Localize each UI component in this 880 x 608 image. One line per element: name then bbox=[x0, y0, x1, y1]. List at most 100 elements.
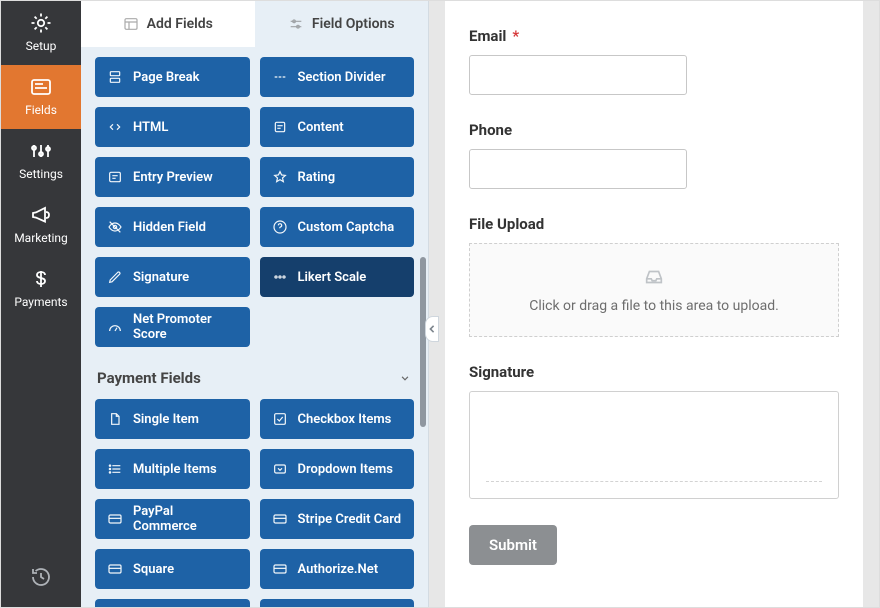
nav-setup[interactable]: Setup bbox=[1, 1, 81, 65]
field-authorize-net[interactable]: Authorize.Net bbox=[260, 549, 415, 589]
field-label: Page Break bbox=[133, 70, 200, 85]
side-nav: Setup Fields Settings Marketing Payments bbox=[1, 1, 81, 607]
pencil-icon bbox=[107, 269, 123, 285]
field-coupon[interactable]: Coupon bbox=[95, 599, 250, 607]
sliders-icon bbox=[288, 16, 304, 32]
field-label: Phone bbox=[469, 121, 512, 139]
entry-preview-icon bbox=[107, 169, 123, 185]
field-label: Likert Scale bbox=[298, 270, 367, 285]
html-icon bbox=[107, 119, 123, 135]
field-label: Entry Preview bbox=[133, 170, 213, 185]
nav-label: Marketing bbox=[14, 231, 68, 245]
layout-icon bbox=[123, 16, 139, 32]
form-field-email[interactable]: Email * bbox=[469, 27, 839, 95]
nav-label: Setup bbox=[26, 39, 57, 53]
phone-input[interactable] bbox=[469, 149, 687, 189]
submit-button[interactable]: Submit bbox=[469, 525, 557, 565]
field-label: Checkbox Items bbox=[298, 412, 392, 427]
tab-field-options[interactable]: Field Options bbox=[255, 1, 429, 47]
field-hidden-field[interactable]: Hidden Field bbox=[95, 207, 250, 247]
star-icon bbox=[272, 169, 288, 185]
list-icon bbox=[107, 461, 123, 477]
dollar-icon bbox=[29, 267, 53, 291]
nav-marketing[interactable]: Marketing bbox=[1, 193, 81, 257]
field-label: Signature bbox=[469, 363, 534, 381]
field-label: Multiple Items bbox=[133, 462, 217, 477]
field-label: Custom Captcha bbox=[298, 220, 395, 235]
nav-label: Payments bbox=[14, 295, 67, 309]
submit-label: Submit bbox=[489, 536, 537, 554]
field-section-divider[interactable]: Section Divider bbox=[260, 57, 415, 97]
gear-icon bbox=[29, 11, 53, 35]
nav-settings[interactable]: Settings bbox=[1, 129, 81, 193]
field-paypal-commerce[interactable]: PayPal Commerce bbox=[95, 499, 250, 539]
field-content[interactable]: Content bbox=[260, 107, 415, 147]
credit-card-icon bbox=[107, 511, 123, 527]
history-icon bbox=[29, 565, 53, 589]
form-field-file-upload[interactable]: File Upload Click or drag a file to this… bbox=[469, 215, 839, 337]
field-page-break[interactable]: Page Break bbox=[95, 57, 250, 97]
field-single-item[interactable]: Single Item bbox=[95, 399, 250, 439]
field-label: Single Item bbox=[133, 412, 199, 427]
tab-label: Add Fields bbox=[147, 16, 213, 32]
scrollbar-thumb[interactable] bbox=[420, 257, 426, 427]
collapse-handle[interactable] bbox=[425, 316, 439, 342]
field-label: Rating bbox=[298, 170, 336, 185]
email-input[interactable] bbox=[469, 55, 687, 95]
field-entry-preview[interactable]: Entry Preview bbox=[95, 157, 250, 197]
nav-payments[interactable]: Payments bbox=[1, 257, 81, 321]
form-preview: Email * Phone File Upload Click or drag … bbox=[445, 1, 863, 607]
field-checkbox-items[interactable]: Checkbox Items bbox=[260, 399, 415, 439]
page-break-icon bbox=[107, 69, 123, 85]
credit-card-icon bbox=[272, 511, 288, 527]
tab-label: Field Options bbox=[312, 16, 395, 32]
sliders-icon bbox=[29, 139, 53, 163]
panel-tabs: Add Fields Field Options bbox=[81, 1, 428, 47]
dots-icon bbox=[272, 269, 288, 285]
field-dropdown-items[interactable]: Dropdown Items bbox=[260, 449, 415, 489]
signature-pad[interactable] bbox=[469, 391, 839, 499]
nav-label: Settings bbox=[19, 167, 63, 181]
field-panel: Add Fields Field Options Page Break Secti… bbox=[81, 1, 429, 607]
content-icon bbox=[272, 119, 288, 135]
gauge-icon bbox=[107, 319, 123, 335]
field-label: Authorize.Net bbox=[298, 562, 379, 577]
field-label: File Upload bbox=[469, 215, 544, 233]
credit-card-icon bbox=[272, 561, 288, 577]
field-label: Section Divider bbox=[298, 70, 386, 85]
tab-add-fields[interactable]: Add Fields bbox=[81, 1, 255, 47]
nav-fields[interactable]: Fields bbox=[1, 65, 81, 129]
inbox-icon bbox=[640, 266, 668, 288]
field-label: Dropdown Items bbox=[298, 462, 393, 477]
field-square[interactable]: Square bbox=[95, 549, 250, 589]
field-label: HTML bbox=[133, 120, 168, 135]
bullhorn-icon bbox=[29, 203, 53, 227]
chevron-down-icon bbox=[398, 371, 412, 385]
question-icon bbox=[272, 219, 288, 235]
required-indicator: * bbox=[512, 27, 519, 45]
document-icon bbox=[107, 411, 123, 427]
field-multiple-items[interactable]: Multiple Items bbox=[95, 449, 250, 489]
dropdown-icon bbox=[272, 461, 288, 477]
field-likert-scale[interactable]: Likert Scale bbox=[260, 257, 415, 297]
field-custom-captcha[interactable]: Custom Captcha bbox=[260, 207, 415, 247]
form-field-signature[interactable]: Signature bbox=[469, 363, 839, 499]
field-html[interactable]: HTML bbox=[95, 107, 250, 147]
section-divider-icon bbox=[272, 69, 288, 85]
section-title[interactable]: Payment Fields bbox=[95, 347, 414, 389]
field-label: PayPal Commerce bbox=[133, 504, 238, 534]
form-field-phone[interactable]: Phone bbox=[469, 121, 839, 189]
nav-history[interactable] bbox=[1, 551, 81, 607]
field-rating[interactable]: Rating bbox=[260, 157, 415, 197]
field-net-promoter-score[interactable]: Net Promoter Score bbox=[95, 307, 250, 347]
field-signature[interactable]: Signature bbox=[95, 257, 250, 297]
eye-off-icon bbox=[107, 219, 123, 235]
credit-card-icon bbox=[107, 561, 123, 577]
field-stripe-credit-card[interactable]: Stripe Credit Card bbox=[260, 499, 415, 539]
section-label: Payment Fields bbox=[97, 369, 201, 387]
field-label: Content bbox=[298, 120, 344, 135]
field-total[interactable]: Total bbox=[260, 599, 415, 607]
upload-hint: Click or drag a file to this area to upl… bbox=[529, 298, 779, 314]
field-label: Square bbox=[133, 562, 174, 577]
file-upload-dropzone[interactable]: Click or drag a file to this area to upl… bbox=[469, 243, 839, 337]
